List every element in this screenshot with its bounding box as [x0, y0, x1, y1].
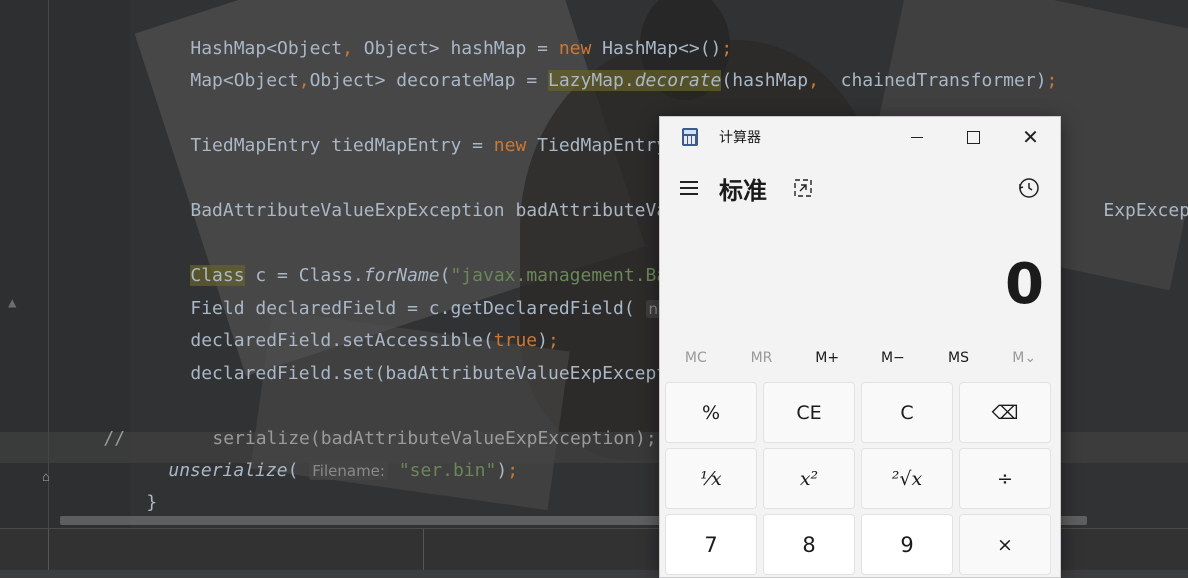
keyword-token: new — [493, 135, 527, 156]
window-title: 计算器 — [719, 130, 761, 146]
code-line-4-tail[interactable]: ExpException — [1060, 175, 1188, 247]
ms-button[interactable]: MS — [926, 343, 992, 373]
title-bar[interactable]: 计算器 ✕ — [660, 117, 1060, 157]
digit-9-button[interactable]: 9 — [861, 514, 953, 575]
fold-icon[interactable]: ⌂ — [42, 470, 56, 486]
result-display: 0 — [1005, 252, 1044, 317]
code-token: Map<Object — [190, 70, 299, 91]
menu-icon[interactable] — [680, 181, 698, 195]
code-line-10[interactable]: unserialize( Filename: "ser.bin"); — [125, 435, 518, 507]
code-line-2[interactable]: Map<Object,Object> decorateMap = LazyMap… — [147, 45, 1057, 117]
keep-on-top-icon[interactable] — [792, 177, 814, 199]
code-token: (hashMap — [721, 70, 809, 91]
parameter-hint: Filename: — [309, 462, 388, 480]
mr-button[interactable]: MR — [729, 343, 795, 373]
code-token: ; — [507, 460, 519, 481]
digit-7-button[interactable]: 7 — [665, 514, 757, 575]
percent-button[interactable]: % — [665, 382, 757, 443]
code-line-3[interactable]: TiedMapEntry tiedMapEntry = new TiedMapE… — [147, 110, 699, 182]
method-token: unserialize — [168, 460, 288, 481]
multiply-button[interactable]: × — [959, 514, 1051, 575]
code-line-4[interactable]: BadAttributeValueExpException badAttribu… — [147, 175, 700, 247]
scroll-up-icon: ▲ — [8, 295, 17, 311]
code-token: , — [808, 70, 819, 91]
code-token: LazyMap. — [548, 70, 635, 91]
memory-list-button[interactable]: M⌄ — [991, 343, 1057, 373]
code-token: Object> decorateMap = — [309, 70, 548, 91]
mc-button[interactable]: MC — [663, 343, 729, 373]
calculator-app-icon — [682, 128, 698, 146]
memory-row: MC MR M+ M− MS M⌄ — [663, 343, 1057, 373]
code-token: ( — [287, 460, 299, 481]
code-token: TiedMapEntry tiedMapEntry = — [190, 135, 494, 156]
calculator-window[interactable]: 计算器 ✕ 标准 0 MC MR M+ M− MS M⌄ % CE C ⌫ ¹⁄… — [659, 116, 1061, 578]
method-token: decorate — [634, 70, 722, 91]
mode-bar: 标准 — [660, 163, 1060, 211]
divide-button[interactable]: ÷ — [959, 448, 1051, 509]
minimize-button[interactable] — [888, 117, 945, 157]
code-token: ) — [496, 460, 508, 481]
history-icon[interactable] — [1017, 176, 1041, 200]
code-token: , — [298, 70, 310, 91]
comment-token: // — [103, 428, 126, 449]
code-line-8[interactable]: declaredField.set(badAttributeValueExpEx… — [147, 338, 700, 410]
maximize-icon — [967, 130, 980, 144]
digit-8-button[interactable]: 8 — [763, 514, 855, 575]
backspace-button[interactable]: ⌫ — [959, 382, 1051, 443]
code-token: BadAttributeValueExpException badAttribu… — [190, 200, 700, 221]
mode-title: 标准 — [719, 177, 767, 205]
code-token: } — [146, 492, 158, 513]
code-token: chainedTransformer) — [818, 70, 1047, 91]
reciprocal-button[interactable]: ¹⁄x — [665, 448, 757, 509]
code-token: ExpException — [1103, 200, 1188, 221]
m-plus-button[interactable]: M+ — [794, 343, 860, 373]
clear-button[interactable]: C — [861, 382, 953, 443]
sqrt-button[interactable]: ²√x — [861, 448, 953, 509]
m-minus-button[interactable]: M− — [860, 343, 926, 373]
code-token: declaredField.set(badAttributeValueExpEx… — [190, 363, 700, 384]
maximize-button[interactable] — [945, 117, 1002, 157]
code-token: ; — [1046, 70, 1058, 91]
close-icon: ✕ — [1022, 125, 1039, 149]
string-token: "ser.bin" — [398, 460, 497, 481]
ce-button[interactable]: CE — [763, 382, 855, 443]
code-line-9[interactable]: // — [60, 403, 125, 475]
minimize-icon — [910, 136, 923, 138]
square-button[interactable]: x² — [763, 448, 855, 509]
close-button[interactable]: ✕ — [1002, 117, 1059, 157]
